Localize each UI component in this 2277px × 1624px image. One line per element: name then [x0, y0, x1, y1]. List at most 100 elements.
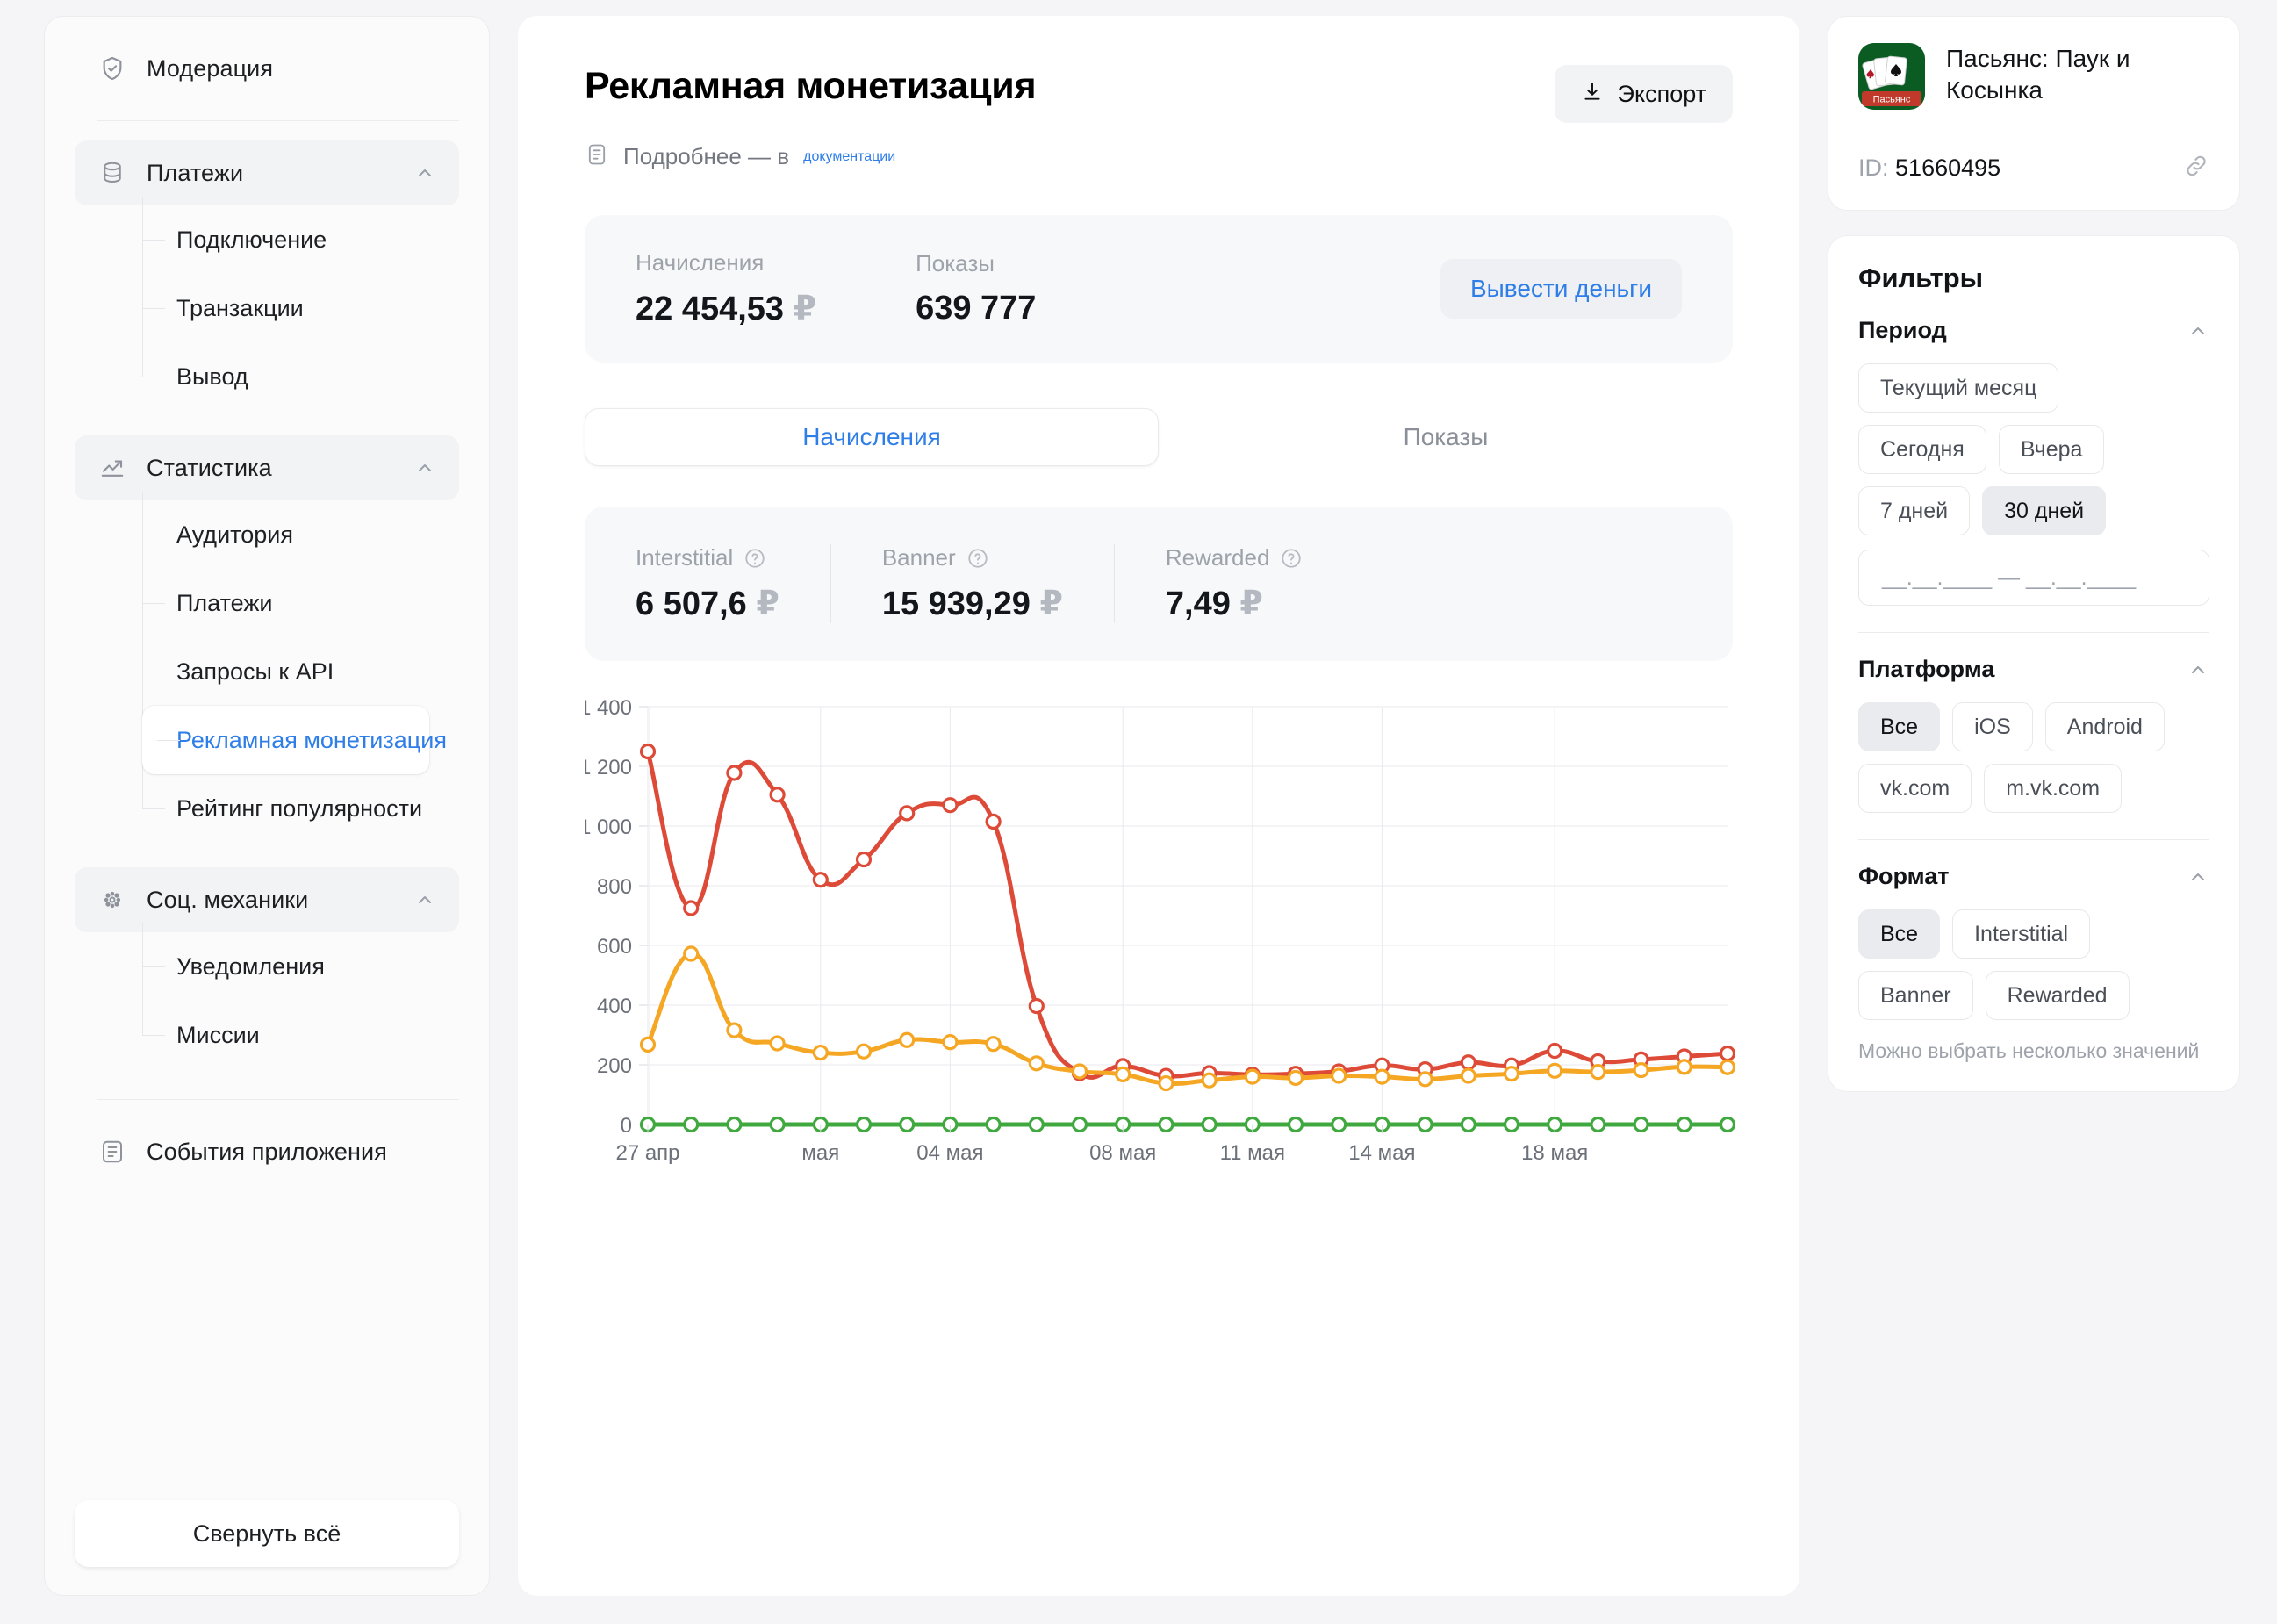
chart-point[interactable]	[1721, 1060, 1735, 1074]
chip-platform-all[interactable]: Все	[1858, 702, 1940, 751]
chart-point[interactable]	[642, 1038, 655, 1051]
chart-point[interactable]	[1117, 1067, 1130, 1081]
link-icon[interactable]	[2183, 153, 2209, 183]
sidebar-group-payments[interactable]: Платежи	[75, 140, 459, 205]
chart-point[interactable]	[1677, 1060, 1691, 1074]
sidebar-group-social[interactable]: Соц. механики	[75, 867, 459, 932]
chart-point[interactable]	[1419, 1118, 1432, 1132]
sidebar-item-stats-payments[interactable]: Платежи	[127, 569, 429, 637]
sidebar-item-withdrawal[interactable]: Вывод	[127, 342, 429, 411]
chart-point[interactable]	[814, 873, 827, 887]
chart-point[interactable]	[858, 1045, 871, 1058]
chevron-up-icon[interactable]	[2187, 320, 2209, 342]
chart-point[interactable]	[1074, 1065, 1087, 1078]
chip-30-days[interactable]: 30 дней	[1982, 486, 2106, 535]
chart-point[interactable]	[1548, 1064, 1562, 1077]
chip-current-month[interactable]: Текущий месяц	[1858, 363, 2058, 413]
chart-point[interactable]	[1160, 1077, 1173, 1090]
chart-point[interactable]	[1462, 1118, 1475, 1132]
chart-point[interactable]	[858, 1118, 871, 1132]
chart-point[interactable]	[728, 1118, 741, 1132]
chart-point[interactable]	[1505, 1067, 1519, 1081]
chart-point[interactable]	[1030, 1000, 1043, 1013]
chart-point[interactable]	[901, 1118, 914, 1132]
chart-point[interactable]	[987, 1038, 1000, 1051]
sidebar-item-transactions[interactable]: Транзакции	[127, 274, 429, 342]
chart-point[interactable]	[728, 766, 741, 780]
tab-impressions[interactable]: Показы	[1159, 408, 1733, 466]
chart-point[interactable]	[1376, 1070, 1389, 1083]
chart-point[interactable]	[1505, 1118, 1519, 1132]
chart-point[interactable]	[685, 902, 698, 915]
sidebar-item-notifications[interactable]: Уведомления	[127, 932, 429, 1001]
chart-point[interactable]	[814, 1046, 827, 1060]
chart-point[interactable]	[642, 745, 655, 758]
filter-section-period-header[interactable]: Период	[1858, 317, 2209, 344]
chart-point[interactable]	[944, 1036, 957, 1049]
chart-point[interactable]	[901, 807, 914, 820]
collapse-all-button[interactable]: Свернуть всё	[75, 1500, 459, 1567]
filter-section-format-header[interactable]: Формат	[1858, 863, 2209, 890]
documentation-link[interactable]: документации	[803, 149, 895, 165]
chart-point[interactable]	[1030, 1057, 1043, 1070]
chart-point[interactable]	[728, 1024, 741, 1037]
chip-7-days[interactable]: 7 дней	[1858, 486, 1970, 535]
chip-today[interactable]: Сегодня	[1858, 425, 1986, 474]
chart-point[interactable]	[1203, 1074, 1216, 1087]
chart-point[interactable]	[1634, 1064, 1648, 1077]
chart-point[interactable]	[1634, 1118, 1648, 1132]
chart-point[interactable]	[1030, 1118, 1043, 1132]
export-button[interactable]: Экспорт	[1555, 65, 1733, 123]
chart-point[interactable]	[901, 1033, 914, 1046]
chart-point[interactable]	[771, 1037, 784, 1050]
chip-format-banner[interactable]: Banner	[1858, 971, 1973, 1020]
filter-section-platform-header[interactable]: Платформа	[1858, 656, 2209, 683]
chart-point[interactable]	[1289, 1071, 1303, 1084]
chart-point[interactable]	[1721, 1118, 1735, 1132]
sidebar-item-ad-monetization[interactable]: Рекламная монетизация	[142, 706, 429, 774]
withdraw-money-button[interactable]: Вывести деньги	[1440, 259, 1682, 319]
sidebar-group-statistics[interactable]: Статистика	[75, 435, 459, 500]
chart-point[interactable]	[1721, 1047, 1735, 1060]
chart-point[interactable]	[1332, 1069, 1346, 1082]
chip-platform-ios[interactable]: iOS	[1952, 702, 2033, 751]
chart-point[interactable]	[685, 947, 698, 960]
help-icon[interactable]	[743, 547, 766, 570]
chart-point[interactable]	[685, 1118, 698, 1132]
chart-point[interactable]	[1074, 1118, 1087, 1132]
sidebar-item-missions[interactable]: Миссии	[127, 1001, 429, 1069]
chart-point[interactable]	[1591, 1066, 1605, 1079]
sidebar-item-api-requests[interactable]: Запросы к API	[127, 637, 429, 706]
chart-point[interactable]	[987, 815, 1000, 828]
chip-format-all[interactable]: Все	[1858, 909, 1940, 959]
help-icon[interactable]	[966, 547, 989, 570]
chevron-up-icon[interactable]	[413, 888, 436, 911]
sidebar-item-audience[interactable]: Аудитория	[127, 500, 429, 569]
chart-point[interactable]	[771, 788, 784, 801]
chart-point[interactable]	[858, 853, 871, 866]
sidebar-item-moderation[interactable]: Модерация	[75, 36, 459, 101]
chart-point[interactable]	[1160, 1118, 1173, 1132]
ad-monetization-chart[interactable]: 02004006008001 0001 2001 40027 апрмая04 …	[585, 696, 1733, 1205]
chart-point[interactable]	[771, 1118, 784, 1132]
chevron-up-icon[interactable]	[413, 162, 436, 184]
chevron-up-icon[interactable]	[2187, 866, 2209, 888]
chart-point[interactable]	[1548, 1045, 1562, 1058]
chart-point[interactable]	[944, 799, 957, 812]
help-icon[interactable]	[1280, 547, 1303, 570]
chip-platform-m-vk-com[interactable]: m.vk.com	[1984, 764, 2122, 813]
chart-point[interactable]	[1246, 1070, 1259, 1083]
sidebar-item-popularity-rating[interactable]: Рейтинг популярности	[127, 774, 429, 843]
chart-point[interactable]	[987, 1118, 1000, 1132]
chart-point[interactable]	[1462, 1056, 1475, 1069]
tab-accruals[interactable]: Начисления	[585, 408, 1159, 466]
chevron-up-icon[interactable]	[413, 456, 436, 479]
chevron-up-icon[interactable]	[2187, 658, 2209, 681]
chart-point[interactable]	[1591, 1118, 1605, 1132]
chip-yesterday[interactable]: Вчера	[1999, 425, 2105, 474]
sidebar-item-app-events[interactable]: События приложения	[75, 1119, 459, 1184]
chart-point[interactable]	[1677, 1118, 1691, 1132]
chip-format-rewarded[interactable]: Rewarded	[1986, 971, 2130, 1020]
chart-point[interactable]	[1462, 1069, 1475, 1082]
date-range-input[interactable]: __.__.____ — __.__.____	[1858, 550, 2209, 606]
